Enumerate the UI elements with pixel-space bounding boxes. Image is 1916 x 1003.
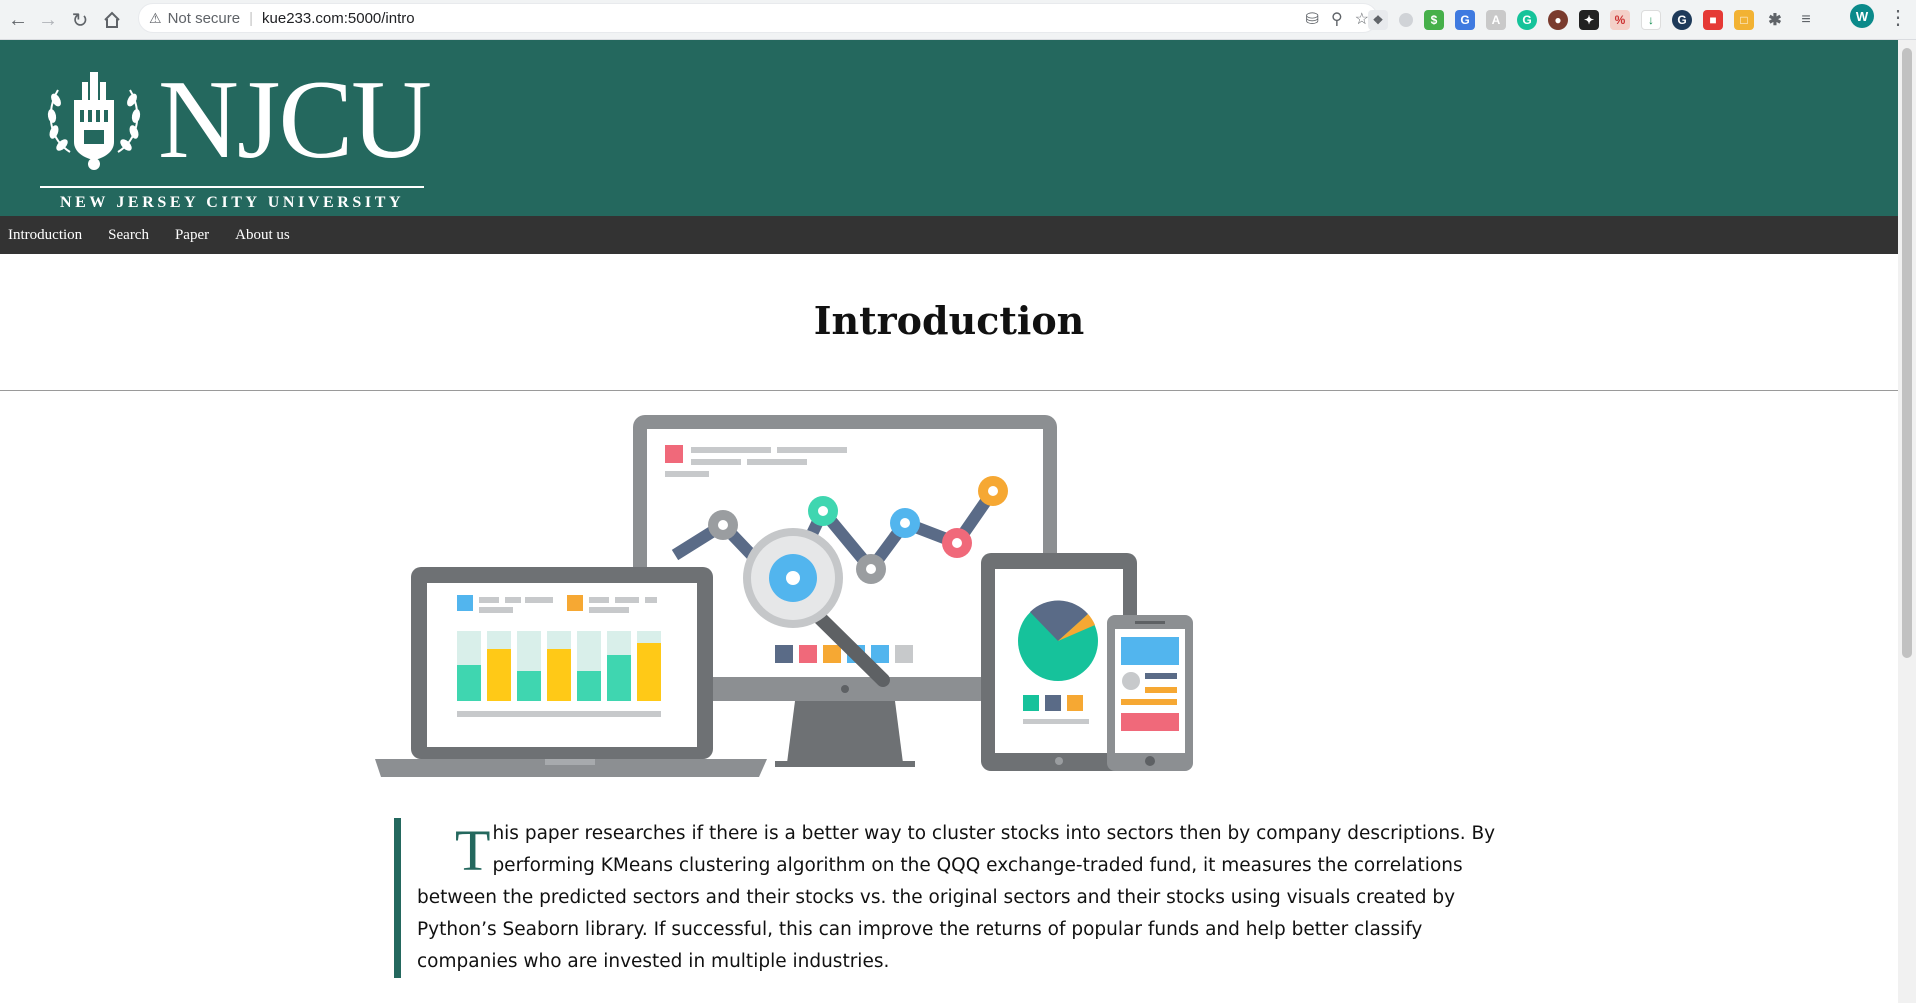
- logo-subtitle: NEW JERSEY CITY UNIVERSITY: [60, 194, 405, 211]
- translate-extension-icon[interactable]: G: [1455, 10, 1475, 30]
- puzzle-icon[interactable]: ✱: [1765, 10, 1785, 30]
- note-extension-icon[interactable]: □: [1734, 10, 1754, 30]
- site-header: NJCU NEW JERSEY CITY UNIVERSITY: [0, 40, 1898, 216]
- nav-search[interactable]: Search: [108, 227, 149, 244]
- scrollbar-thumb[interactable]: [1902, 48, 1912, 658]
- phone-graphic: [1107, 615, 1193, 771]
- page-scrollbar[interactable]: [1898, 40, 1916, 1003]
- nav-paper[interactable]: Paper: [175, 227, 209, 244]
- university-seal-icon: [47, 72, 141, 170]
- address-bar[interactable]: ⚠ Not secure | kue233.com:5000/intro ⛁ ⚲…: [138, 3, 1378, 33]
- security-label[interactable]: Not secure: [168, 10, 241, 27]
- nav-introduction[interactable]: Introduction: [8, 227, 82, 244]
- more-menu-icon[interactable]: ⋮: [1888, 5, 1908, 29]
- shield-extension-icon[interactable]: G: [1672, 10, 1692, 30]
- title-divider: [0, 390, 1898, 391]
- off-extension-icon[interactable]: ■: [1703, 10, 1723, 30]
- omnibox-divider: |: [249, 9, 254, 27]
- grammarly-extension-icon[interactable]: G: [1517, 10, 1537, 30]
- intro-paragraph-text: his paper researches if there is a bette…: [417, 823, 1496, 972]
- zoom-icon[interactable]: ⚲: [1331, 9, 1343, 29]
- page-viewport: NJCU NEW JERSEY CITY UNIVERSITY Introduc…: [0, 40, 1898, 1003]
- cat-extension-icon[interactable]: ●: [1548, 10, 1568, 30]
- drop-cap: T: [455, 818, 491, 883]
- logo-rule: [40, 186, 424, 188]
- circle-extension-icon[interactable]: [1399, 13, 1413, 27]
- dark-extension-icon[interactable]: ✦: [1579, 10, 1599, 30]
- intro-paragraph: This paper researches if there is a bett…: [417, 818, 1514, 978]
- url-text[interactable]: kue233.com:5000/intro: [262, 10, 415, 27]
- main-nav: Introduction Search Paper About us: [0, 216, 1898, 254]
- back-icon[interactable]: ←: [2, 4, 34, 36]
- gray-extension-icon[interactable]: A: [1486, 10, 1506, 30]
- intro-blockquote: This paper researches if there is a bett…: [394, 818, 1514, 978]
- download-extension-icon[interactable]: ↓: [1641, 10, 1661, 30]
- nav-about-us[interactable]: About us: [235, 227, 290, 244]
- analytics-devices-illustration: [375, 415, 1193, 777]
- home-icon[interactable]: [96, 4, 128, 36]
- browser-toolbar: ← → ↻ ⚠ Not secure | kue233.com:5000/int…: [0, 0, 1916, 40]
- logo-wordmark: NJCU: [158, 58, 432, 182]
- warning-icon[interactable]: ⚠: [149, 10, 162, 27]
- profile-avatar[interactable]: W: [1850, 4, 1874, 28]
- page-title: Introduction: [813, 298, 1085, 343]
- njcu-logo[interactable]: NJCU NEW JERSEY CITY UNIVERSITY: [38, 58, 432, 211]
- red-extension-icon[interactable]: %: [1610, 10, 1630, 30]
- reload-icon[interactable]: ↻: [64, 4, 96, 36]
- extensions-bar: ❖ $ G A G ● ✦ % ↓ G ■ □ ✱ ≡: [1368, 6, 1816, 34]
- reading-list-icon[interactable]: ≡: [1796, 10, 1816, 30]
- laptop-graphic: [375, 567, 767, 777]
- forward-icon[interactable]: →: [32, 4, 64, 36]
- bookmark-star-icon[interactable]: ☆: [1355, 9, 1369, 29]
- translate-icon[interactable]: ⛁: [1306, 9, 1319, 29]
- green-extension-icon[interactable]: $: [1424, 10, 1444, 30]
- dropbox-extension-icon[interactable]: ❖: [1368, 10, 1388, 30]
